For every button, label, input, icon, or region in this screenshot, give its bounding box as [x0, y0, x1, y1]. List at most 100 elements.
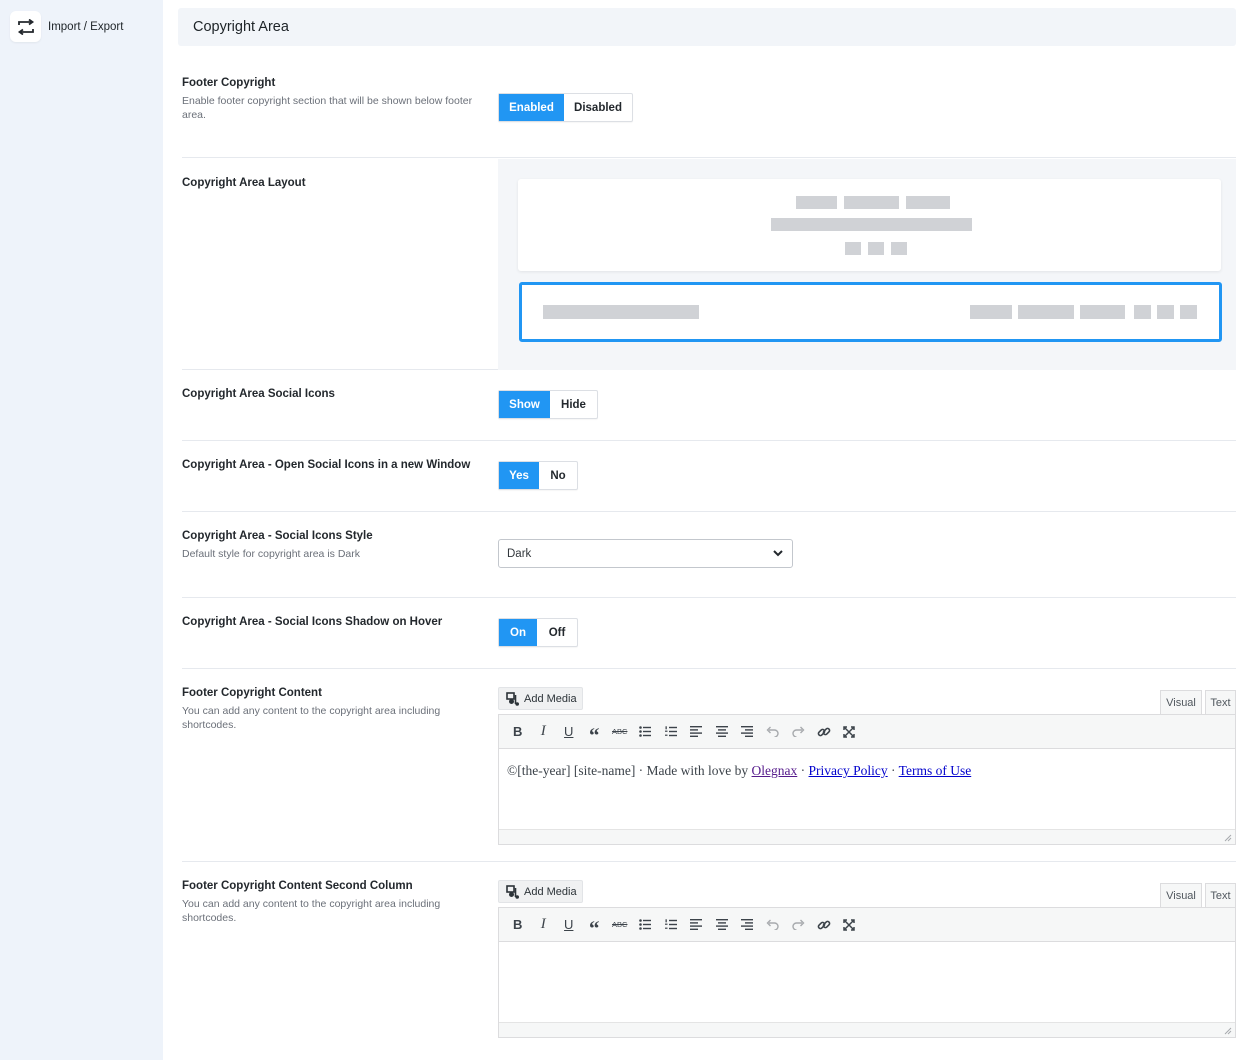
- hide-button[interactable]: Hide: [550, 391, 597, 418]
- privacy-policy-link[interactable]: Privacy Policy: [809, 763, 888, 778]
- layout-placeholder-square: [868, 242, 884, 255]
- editor-content[interactable]: ©[the-year] [site-name] · Made with love…: [499, 749, 1235, 829]
- layout-placeholder-square: [1180, 305, 1197, 319]
- enabled-button[interactable]: Enabled: [499, 94, 564, 121]
- fullscreen-icon[interactable]: [837, 720, 863, 744]
- layout-placeholder-bar: [970, 305, 1012, 319]
- setting-new-window: Copyright Area - Open Social Icons in a …: [182, 442, 1236, 512]
- chevron-down-icon: [773, 550, 783, 557]
- bold-icon[interactable]: B: [505, 913, 531, 937]
- layout-placeholder-bar: [1018, 305, 1074, 319]
- setting-title: Copyright Area - Social Icons Shadow on …: [182, 616, 443, 628]
- undo-icon[interactable]: [760, 913, 786, 937]
- disabled-button[interactable]: Disabled: [564, 94, 632, 121]
- add-media-icon: [506, 691, 519, 706]
- editor-statusbar: [499, 829, 1235, 844]
- shadow-hover-toggle: On Off: [498, 618, 578, 647]
- import-export-icon: [10, 11, 41, 42]
- layout-placeholder-bar: [844, 196, 899, 209]
- layout-placeholder-bar: [796, 196, 837, 209]
- align-left-icon[interactable]: [684, 720, 710, 744]
- editor-statusbar: [499, 1022, 1235, 1037]
- layout-placeholder-square: [891, 242, 907, 255]
- editor-tabs: Visual Text: [1157, 690, 1236, 714]
- off-button[interactable]: Off: [537, 619, 577, 646]
- setting-title: Copyright Area - Social Icons Style: [182, 530, 373, 542]
- redo-icon[interactable]: [786, 913, 812, 937]
- tab-text[interactable]: Text: [1205, 690, 1236, 714]
- blockquote-icon[interactable]: “: [582, 720, 608, 746]
- separator: ·: [797, 763, 809, 778]
- italic-icon[interactable]: I: [531, 913, 557, 937]
- on-button[interactable]: On: [499, 619, 537, 646]
- select-value: Dark: [507, 548, 532, 560]
- add-media-button[interactable]: Add Media: [498, 880, 583, 903]
- redo-icon[interactable]: [786, 720, 812, 744]
- setting-description: Default style for copyright area is Dark: [182, 548, 360, 560]
- setting-copyright-content: Footer Copyright Content You can add any…: [182, 670, 1236, 862]
- editor-toolbar: B I U “ ABC: [499, 715, 1235, 749]
- setting-icons-style: Copyright Area - Social Icons Style Defa…: [182, 513, 1236, 598]
- layout-placeholder-square: [1157, 305, 1174, 319]
- sidebar: Import / Export: [0, 0, 163, 1060]
- align-center-icon[interactable]: [709, 913, 735, 937]
- italic-icon[interactable]: I: [531, 720, 557, 744]
- section-header: Copyright Area: [178, 8, 1236, 46]
- add-media-button[interactable]: Add Media: [498, 687, 583, 710]
- layout-option-centered[interactable]: [518, 179, 1221, 271]
- link-icon[interactable]: [811, 913, 837, 937]
- numbered-list-icon[interactable]: [658, 720, 684, 744]
- layout-placeholder-square: [845, 242, 861, 255]
- setting-description: You can add any content to the copyright…: [182, 898, 441, 924]
- setting-title: Copyright Area - Open Social Icons in a …: [182, 459, 471, 471]
- setting-social-icons: Copyright Area Social Icons Show Hide: [182, 371, 1236, 441]
- bullet-list-icon[interactable]: [633, 913, 659, 937]
- resize-grip-icon[interactable]: [1224, 834, 1232, 842]
- blockquote-icon[interactable]: “: [582, 913, 608, 939]
- tab-visual[interactable]: Visual: [1160, 690, 1202, 714]
- align-left-icon[interactable]: [684, 913, 710, 937]
- tab-visual[interactable]: Visual: [1160, 883, 1202, 907]
- align-center-icon[interactable]: [709, 720, 735, 744]
- strikethrough-icon[interactable]: ABC: [607, 913, 633, 937]
- setting-footer-copyright: Footer Copyright Enable footer copyright…: [182, 70, 1236, 158]
- setting-title: Copyright Area Layout: [182, 177, 306, 189]
- undo-icon[interactable]: [760, 720, 786, 744]
- resize-grip-icon[interactable]: [1224, 1027, 1232, 1035]
- fullscreen-icon[interactable]: [837, 913, 863, 937]
- footer-copyright-toggle: Enabled Disabled: [498, 93, 633, 122]
- bold-icon[interactable]: B: [505, 720, 531, 744]
- tab-text[interactable]: Text: [1205, 883, 1236, 907]
- setting-shadow-hover: Copyright Area - Social Icons Shadow on …: [182, 599, 1236, 669]
- setting-title: Footer Copyright Content Second Column: [182, 880, 413, 892]
- olegnax-link[interactable]: Olegnax: [752, 763, 798, 778]
- bullet-list-icon[interactable]: [633, 720, 659, 744]
- terms-of-use-link[interactable]: Terms of Use: [899, 763, 972, 778]
- setting-title: Footer Copyright Content: [182, 687, 322, 699]
- icons-style-select[interactable]: Dark: [498, 539, 793, 568]
- add-media-label: Add Media: [524, 885, 577, 898]
- setting-copyright-layout: Copyright Area Layout: [182, 159, 1236, 370]
- layout-option-split[interactable]: [519, 282, 1222, 342]
- yes-button[interactable]: Yes: [499, 462, 539, 489]
- section-title: Copyright Area: [193, 19, 289, 35]
- link-icon[interactable]: [811, 720, 837, 744]
- align-right-icon[interactable]: [735, 720, 761, 744]
- setting-description: You can add any content to the copyright…: [182, 705, 441, 731]
- new-window-toggle: Yes No: [498, 461, 578, 490]
- add-media-label: Add Media: [524, 692, 577, 705]
- underline-icon[interactable]: U: [556, 913, 582, 937]
- show-button[interactable]: Show: [499, 391, 550, 418]
- editor-content[interactable]: [499, 942, 1235, 1022]
- strikethrough-icon[interactable]: ABC: [607, 720, 633, 744]
- no-button[interactable]: No: [539, 462, 577, 489]
- editor-tabs: Visual Text: [1157, 883, 1236, 907]
- sidebar-item-import-export[interactable]: Import / Export: [10, 11, 123, 42]
- numbered-list-icon[interactable]: [658, 913, 684, 937]
- social-icons-toggle: Show Hide: [498, 390, 598, 419]
- add-media-icon: [506, 884, 519, 899]
- underline-icon[interactable]: U: [556, 720, 582, 744]
- align-right-icon[interactable]: [735, 913, 761, 937]
- editor-box: B I U “ ABC: [498, 714, 1236, 845]
- layout-placeholder-bar: [1080, 305, 1125, 319]
